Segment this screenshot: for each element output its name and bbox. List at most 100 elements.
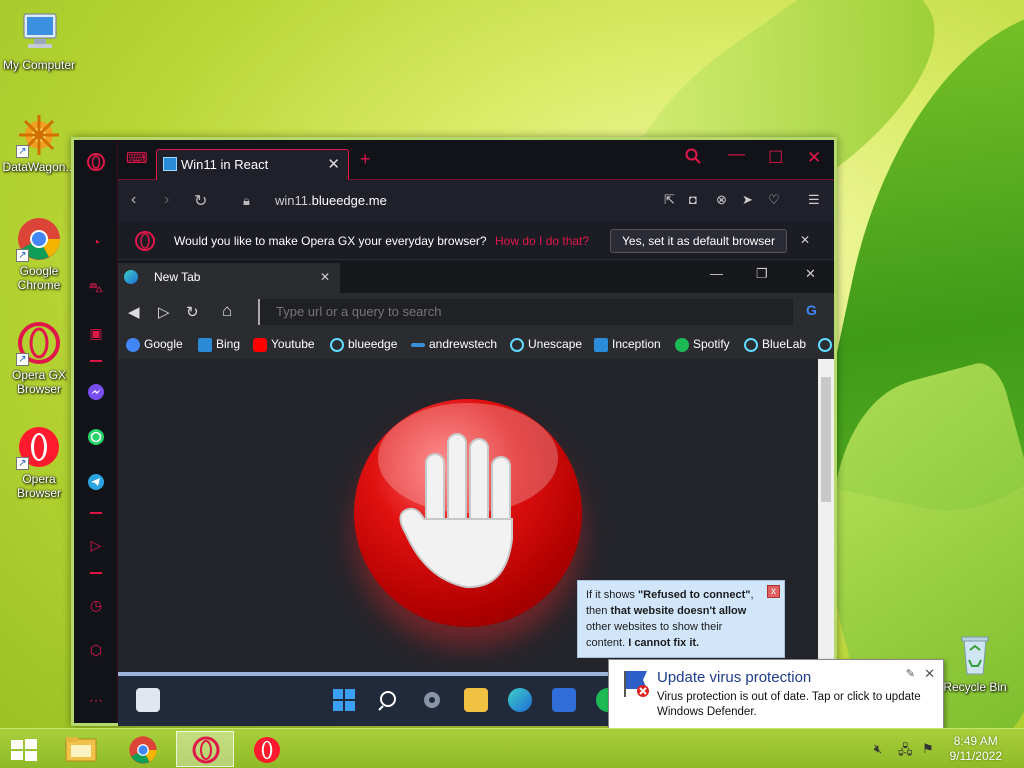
- bookmark-youtube[interactable]: Youtube: [253, 337, 315, 352]
- bookmark-blueedge[interactable]: blueedge: [330, 337, 397, 352]
- inner-tab-new-tab[interactable]: New Tab ✕: [118, 263, 340, 293]
- reload-button[interactable]: ↻: [194, 191, 207, 211]
- extensions-icon[interactable]: ⬡: [86, 640, 106, 660]
- bookmark-inception[interactable]: Inception: [594, 337, 661, 352]
- desktop-icon-opera[interactable]: ↗ Opera Browser: [0, 424, 78, 500]
- scrollbar-thumb[interactable]: [821, 377, 831, 502]
- close-window-button[interactable]: ✕: [807, 148, 821, 168]
- clock-date: 9/11/2022: [949, 749, 1003, 763]
- url-prefix: win11.: [275, 193, 312, 208]
- inception-icon: [594, 338, 608, 352]
- heart-icon[interactable]: ♡: [768, 192, 780, 208]
- messenger-icon[interactable]: [86, 383, 106, 403]
- infobar-close-icon[interactable]: ✕: [800, 233, 810, 247]
- taskbar-opera-gx[interactable]: [176, 731, 234, 767]
- maximize-button[interactable]: ☐: [768, 148, 783, 168]
- send-icon[interactable]: ➤: [742, 192, 753, 208]
- file-explorer-icon[interactable]: [464, 688, 488, 712]
- folder-icon: [65, 737, 97, 762]
- gamepad-icon[interactable]: ⌨: [126, 149, 148, 167]
- adblock-icon[interactable]: ⊗: [716, 192, 727, 208]
- inner-maximize-button[interactable]: ❐: [756, 266, 768, 282]
- notification-title: Update virus protection: [657, 669, 812, 686]
- action-center-alert-icon[interactable]: ⚑: [922, 741, 934, 757]
- tab-close-icon[interactable]: ✕: [327, 150, 340, 179]
- react-icon: [818, 338, 832, 352]
- player-icon[interactable]: ▷: [86, 535, 106, 555]
- taskbar: 🔇︎ 🖧 ⚑ 8:49 AM 9/11/2022: [0, 728, 1024, 768]
- desktop-icon-label: Opera Browser: [16, 472, 61, 500]
- inner-forward-button[interactable]: ▷: [158, 303, 170, 321]
- start-button[interactable]: [0, 731, 50, 767]
- opera-gx-logo-icon[interactable]: [86, 152, 106, 172]
- set-default-browser-button[interactable]: Yes, set it as default browser: [610, 229, 787, 253]
- menu-icon[interactable]: ☰: [808, 192, 820, 208]
- bookmark-google[interactable]: Google: [126, 337, 183, 352]
- share-icon[interactable]: ⇱: [664, 192, 675, 208]
- back-button[interactable]: ‹: [131, 191, 136, 209]
- inner-close-button[interactable]: ✕: [805, 266, 816, 282]
- google-icon: [126, 338, 140, 352]
- notification-close-icon[interactable]: ✕: [924, 666, 935, 682]
- andrewstech-icon: [411, 343, 425, 347]
- store-icon[interactable]: [552, 688, 576, 712]
- sidebar-separator: [90, 360, 102, 362]
- chrome-icon: [129, 736, 157, 764]
- tooltip-close-icon[interactable]: x: [767, 585, 780, 598]
- tab-win11-in-react[interactable]: Win11 in React ✕: [156, 149, 349, 180]
- inner-back-button[interactable]: ◀: [128, 303, 140, 321]
- refused-connect-tooltip: If it shows "Refused to connect", then t…: [577, 580, 785, 658]
- desktop-icon-google-chrome[interactable]: ↗ Google Chrome: [0, 216, 78, 292]
- desktop-icon-recycle-bin[interactable]: Recycle Bin: [936, 632, 1014, 694]
- settings-gear-icon[interactable]: [420, 688, 444, 712]
- react-icon: [510, 338, 524, 352]
- history-icon[interactable]: ◷: [86, 595, 106, 615]
- bookmark-spotify[interactable]: Spotify: [675, 337, 730, 352]
- speed-dial-icon[interactable]: ◔: [86, 232, 106, 252]
- telegram-icon[interactable]: [86, 473, 106, 493]
- taskbar-chrome[interactable]: [114, 731, 172, 767]
- inner-reload-button[interactable]: ↻: [186, 303, 199, 321]
- system-clock[interactable]: 8:49 AM 9/11/2022: [950, 734, 1003, 764]
- new-tab-button[interactable]: +: [360, 149, 371, 170]
- lock-icon: 🔒︎: [243, 193, 250, 208]
- inner-tab-close-icon[interactable]: ✕: [320, 263, 330, 291]
- pin-icon[interactable]: ✎: [906, 667, 915, 680]
- camera-icon[interactable]: ◘: [689, 192, 697, 207]
- taskbar-opera[interactable]: [238, 731, 296, 767]
- desktop-icon-my-computer[interactable]: My Computer: [0, 10, 78, 72]
- bookmark-andrewstech[interactable]: andrewstech: [411, 337, 497, 351]
- virus-protection-notification[interactable]: Update virus protection Virus protection…: [608, 659, 944, 729]
- tab-title: Win11 in React: [181, 157, 269, 172]
- gx-sidebar: ◔ ⛍ ▣ ▷ ◷ ⬡ ⋯: [74, 140, 118, 723]
- sidebar-separator: [90, 512, 102, 514]
- shopping-bag-icon[interactable]: ⛍: [86, 277, 106, 297]
- taskbar-file-explorer[interactable]: [52, 731, 110, 767]
- network-icon[interactable]: 🖧: [898, 741, 913, 763]
- whatsapp-icon[interactable]: [86, 428, 106, 448]
- twitch-icon[interactable]: ▣: [86, 323, 106, 343]
- bookmark-bing[interactable]: Bing: [198, 337, 240, 352]
- edge-taskbar-icon[interactable]: [508, 688, 532, 712]
- inner-url-input[interactable]: [258, 299, 793, 325]
- search-icon[interactable]: [685, 148, 701, 169]
- url-field[interactable]: win11.blueedge.me: [275, 193, 387, 208]
- widgets-icon[interactable]: [136, 688, 160, 712]
- clock-time: 8:49 AM: [953, 734, 998, 748]
- forward-button[interactable]: ›: [164, 191, 169, 209]
- desktop-icon-opera-gx[interactable]: ↗ Opera GX Browser: [0, 320, 78, 396]
- default-browser-infobar: Would you like to make Opera GX your eve…: [118, 222, 834, 260]
- google-icon[interactable]: G: [806, 302, 817, 318]
- inner-home-button[interactable]: ⌂: [222, 301, 232, 321]
- desktop-icon-datawagon[interactable]: ↗ DataWagon...: [0, 112, 78, 174]
- inner-minimize-button[interactable]: —: [710, 266, 723, 281]
- bookmark-unescape[interactable]: Unescape: [510, 337, 582, 352]
- more-icon[interactable]: ⋯: [86, 690, 106, 710]
- volume-muted-icon[interactable]: 🔇︎: [874, 741, 882, 757]
- bookmark-bluelab[interactable]: BlueLab: [744, 337, 806, 352]
- windows-start-icon[interactable]: [332, 688, 356, 712]
- minimize-button[interactable]: —: [728, 144, 745, 164]
- sidebar-separator: [90, 572, 102, 574]
- infobar-how-link[interactable]: How do I do that?: [495, 234, 589, 248]
- win11-search-icon[interactable]: [377, 688, 401, 712]
